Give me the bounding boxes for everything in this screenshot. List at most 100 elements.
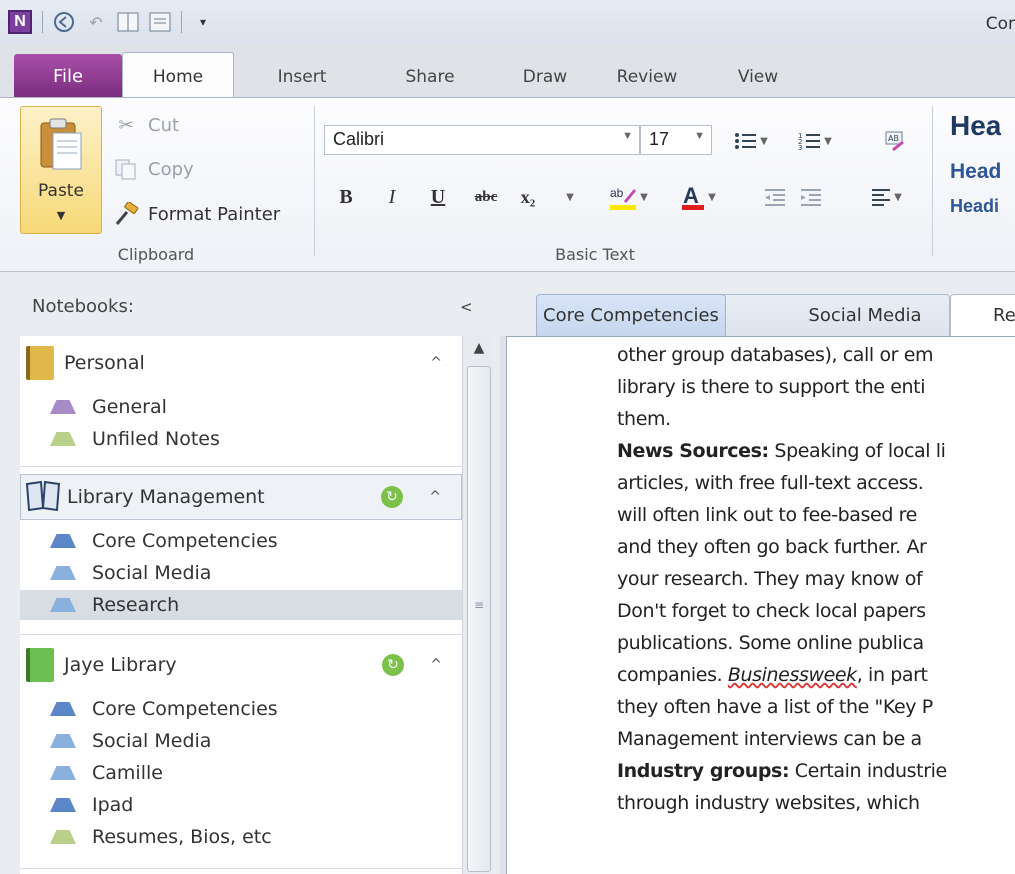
cut-label: Cut <box>148 114 180 136</box>
section-social-media[interactable]: Social Media <box>50 558 462 588</box>
chevron-down-icon: ▼ <box>708 191 716 203</box>
chevron-up-icon[interactable]: ^ <box>430 657 442 673</box>
copy-button[interactable]: Copy <box>112 154 194 184</box>
font-color-button[interactable]: A ▼ <box>670 182 726 212</box>
section-core-competencies[interactable]: Core Competencies <box>50 694 462 724</box>
tab-draw[interactable]: Draw <box>515 56 575 98</box>
chevron-up-icon[interactable]: ^ <box>429 489 441 505</box>
notebook-name: Jaye Library <box>64 654 177 676</box>
tab-share[interactable]: Share <box>400 56 460 98</box>
notebook-library-management[interactable]: Library Management ↻ ^ <box>20 474 462 520</box>
paste-dropdown-icon[interactable]: ▼ <box>21 209 101 222</box>
section-name: Core Competencies <box>92 698 278 720</box>
increase-indent-button[interactable] <box>796 182 826 212</box>
section-resumes-bios[interactable]: Resumes, Bios, etc <box>50 822 462 852</box>
note-line: publications. Some online publica <box>617 632 924 654</box>
highlight-button[interactable]: ab ▼ <box>598 182 658 212</box>
svg-text:ab: ab <box>610 186 624 200</box>
section-general[interactable]: General <box>50 392 462 422</box>
tab-view[interactable]: View <box>728 56 788 98</box>
nav-scrollbar[interactable]: ▲ ≡ <box>462 336 494 874</box>
back-icon[interactable] <box>53 11 75 33</box>
scroll-up-icon[interactable]: ▲ <box>463 340 495 360</box>
svg-text:A: A <box>683 183 699 208</box>
notebook-divider <box>20 868 462 869</box>
tab-social-media[interactable]: Social Media <box>710 294 950 336</box>
heading-news-sources: News Sources: <box>617 440 769 462</box>
note-line: library is there to support the enti <box>617 376 926 398</box>
spellcheck-word: Businessweek <box>727 664 857 686</box>
svg-text:AB: AB <box>888 134 899 143</box>
decrease-indent-icon <box>765 189 785 206</box>
cut-button[interactable]: ✂ Cut <box>112 110 179 140</box>
sync-status-icon[interactable]: ↻ <box>382 654 404 676</box>
tab-file[interactable]: File <box>14 54 122 98</box>
numbering-button[interactable]: 123 ▼ <box>790 126 840 156</box>
section-research[interactable]: Research <box>20 590 462 620</box>
section-tab-icon <box>50 534 76 548</box>
section-name: General <box>92 396 167 418</box>
bold-button[interactable]: B <box>334 182 358 212</box>
tab-review[interactable]: Review <box>602 56 692 98</box>
strikethrough-button[interactable]: abc <box>466 182 506 212</box>
tab-research[interactable]: Re <box>950 294 1015 336</box>
notebook-icon <box>26 648 54 682</box>
notebook-name: Library Management <box>67 486 265 508</box>
notebook-personal[interactable]: Personal ^ <box>20 340 462 386</box>
section-unfiled-notes[interactable]: Unfiled Notes <box>50 424 462 454</box>
section-ipad[interactable]: Ipad <box>50 790 462 820</box>
page-canvas[interactable]: other group databases), call or em libra… <box>506 336 1015 874</box>
align-button[interactable]: ▼ <box>862 182 910 212</box>
style-heading-3[interactable]: Headi <box>950 196 999 217</box>
chevron-down-icon[interactable]: ▼ <box>564 182 576 212</box>
onenote-logo-icon[interactable]: N <box>8 10 32 34</box>
font-name-combobox[interactable]: Calibri ▼ <box>324 125 640 155</box>
underline-button[interactable]: U <box>426 182 450 212</box>
notebook-jaye-library[interactable]: Jaye Library ↻ ^ <box>20 642 462 688</box>
format-painter-button[interactable]: Format Painter <box>112 199 280 229</box>
section-camille[interactable]: Camille <box>50 758 462 788</box>
scrollbar-thumb[interactable]: ≡ <box>467 366 491 872</box>
section-tabs-bar: Social Media Core Competencies Re <box>500 272 1015 336</box>
heading-industry-groups: Industry groups: <box>617 760 790 782</box>
chevron-down-icon[interactable]: ▼ <box>622 130 633 142</box>
sync-status-icon[interactable]: ↻ <box>381 486 403 508</box>
font-size-combobox[interactable]: 17 ▼ <box>640 125 712 155</box>
dock-to-desktop-icon[interactable] <box>117 11 139 33</box>
clipboard-group-label: Clipboard <box>117 245 195 264</box>
tab-home[interactable]: Home <box>122 52 234 100</box>
italic-button[interactable]: I <box>380 182 404 212</box>
chevron-up-icon[interactable]: ^ <box>430 355 442 371</box>
style-heading-2[interactable]: Head <box>950 160 1001 184</box>
clear-formatting-button[interactable]: AB <box>880 126 910 156</box>
tab-core-competencies[interactable]: Core Competencies <box>536 294 726 336</box>
customize-qat-icon[interactable]: ▾ <box>192 11 214 33</box>
section-tab-icon <box>50 702 76 716</box>
section-tab-icon <box>50 798 76 812</box>
collapse-pane-icon[interactable]: < <box>460 298 473 316</box>
tab-insert[interactable]: Insert <box>262 56 342 98</box>
section-social-media[interactable]: Social Media <box>50 726 462 756</box>
style-heading-1[interactable]: Hea <box>950 110 1001 142</box>
bullets-button[interactable]: ▼ <box>726 126 776 156</box>
basic-text-group-label: Basic Text <box>555 245 635 264</box>
note-line: Don't forget to check local papers <box>617 600 926 622</box>
note-text[interactable]: other group databases), call or em libra… <box>617 339 1015 819</box>
note-line: will often link out to fee-based re <box>617 504 917 526</box>
undo-icon[interactable]: ↶ <box>85 11 107 33</box>
subscript-button[interactable]: x₂ <box>512 182 544 212</box>
note-line: companies. Businessweek, in part <box>617 659 1015 691</box>
section-tab-icon <box>50 598 76 612</box>
note-line: News Sources: Speaking of local li <box>617 435 1015 467</box>
chevron-down-icon[interactable]: ▼ <box>694 130 705 142</box>
ribbon-tabs: File Home Insert Share Draw Review View <box>0 50 1015 100</box>
paste-icon <box>40 118 82 170</box>
notebook-name: Personal <box>64 352 145 374</box>
paste-button[interactable]: Paste ▼ <box>20 106 102 234</box>
decrease-indent-button[interactable] <box>760 182 790 212</box>
group-separator <box>314 106 315 256</box>
section-tab-icon <box>50 400 76 414</box>
section-core-competencies[interactable]: Core Competencies <box>50 526 462 556</box>
copy-icon <box>112 157 140 181</box>
full-page-view-icon[interactable] <box>149 11 171 33</box>
